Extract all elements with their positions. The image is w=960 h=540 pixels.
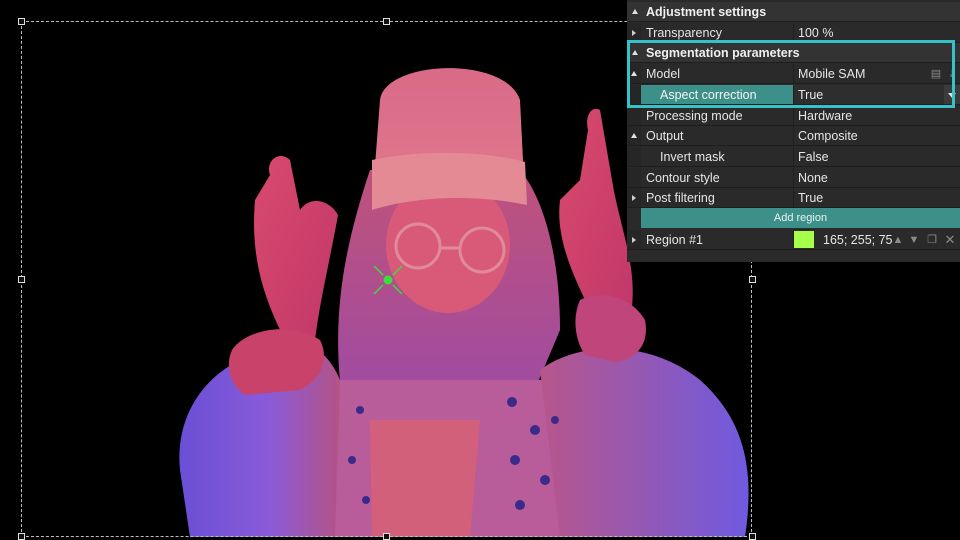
row-contour-style[interactable]: Contour style None [627, 168, 960, 188]
row-label: Output [646, 129, 684, 143]
row-label: Transparency [646, 26, 722, 40]
resize-handle-bottom-left[interactable] [18, 533, 25, 540]
collapse-icon[interactable] [631, 133, 637, 138]
expand-icon[interactable] [632, 237, 636, 243]
row-invert-mask[interactable]: Invert mask False [627, 147, 960, 167]
segmentation-point-marker[interactable] [372, 264, 404, 296]
collapse-icon[interactable] [632, 9, 638, 14]
folder-icon[interactable]: ▤ [930, 68, 942, 80]
expand-icon[interactable] [632, 30, 636, 36]
row-transparency[interactable]: Transparency 100 % [627, 23, 960, 43]
resize-handle-middle-right[interactable] [749, 276, 756, 283]
move-down-icon[interactable]: ▼ [908, 234, 920, 246]
row-processing-mode[interactable]: Processing mode Hardware [627, 106, 960, 126]
processing-mode-value[interactable]: Hardware [793, 106, 960, 125]
invert-mask-value[interactable]: False [793, 147, 960, 166]
row-label: Contour style [646, 171, 720, 185]
row-model[interactable]: Model Mobile SAM ▤ ⤓ [627, 64, 960, 84]
section-title: Adjustment settings [646, 5, 767, 19]
expand-icon[interactable] [632, 195, 636, 201]
resize-handle-top-left[interactable] [18, 18, 25, 25]
resize-handle-middle-left[interactable] [18, 276, 25, 283]
output-value[interactable]: Composite [793, 126, 960, 145]
post-filtering-value[interactable]: True [793, 188, 960, 207]
properties-panel: Adjustment settings Transparency 100 % S… [627, 0, 960, 262]
collapse-icon[interactable] [631, 71, 637, 76]
download-icon[interactable]: ⤓ [946, 68, 958, 80]
row-label: Region #1 [646, 233, 703, 247]
row-region-1[interactable]: Region #1 165; 255; 75 ▲ ▼ ❐ ✕ [627, 230, 960, 250]
collapse-icon[interactable] [632, 50, 638, 55]
close-icon[interactable]: ✕ [944, 233, 956, 246]
move-up-icon[interactable]: ▲ [892, 234, 904, 246]
section-segmentation-parameters[interactable]: Segmentation parameters [627, 43, 960, 63]
contour-style-value[interactable]: None [793, 168, 960, 187]
resize-handle-bottom-center[interactable] [383, 533, 390, 540]
row-post-filtering[interactable]: Post filtering True [627, 188, 960, 208]
region-1-value: 165; 255; 75 ▲ ▼ ❐ ✕ [793, 230, 960, 249]
row-aspect-correction[interactable]: Aspect correction True [627, 85, 960, 105]
add-region-button[interactable]: Add region [641, 208, 960, 228]
row-label: Aspect correction [660, 88, 757, 102]
row-label: Model [646, 67, 681, 81]
resize-handle-top-center[interactable] [383, 18, 390, 25]
model-value[interactable]: Mobile SAM ▤ ⤓ [793, 64, 960, 83]
section-adjustment-settings[interactable]: Adjustment settings [627, 2, 960, 22]
row-label: Post filtering [646, 191, 715, 205]
row-label: Invert mask [660, 150, 725, 164]
transparency-value[interactable]: 100 % [793, 23, 960, 42]
section-title: Segmentation parameters [646, 46, 800, 60]
row-output[interactable]: Output Composite [627, 126, 960, 146]
region-color-value: 165; 255; 75 [823, 233, 893, 247]
row-label: Processing mode [646, 109, 743, 123]
chevron-down-icon[interactable] [944, 85, 960, 104]
duplicate-icon[interactable]: ❐ [926, 234, 938, 246]
aspect-correction-select[interactable]: True [793, 85, 960, 104]
region-color-swatch[interactable] [794, 231, 814, 248]
resize-handle-bottom-right[interactable] [749, 533, 756, 540]
